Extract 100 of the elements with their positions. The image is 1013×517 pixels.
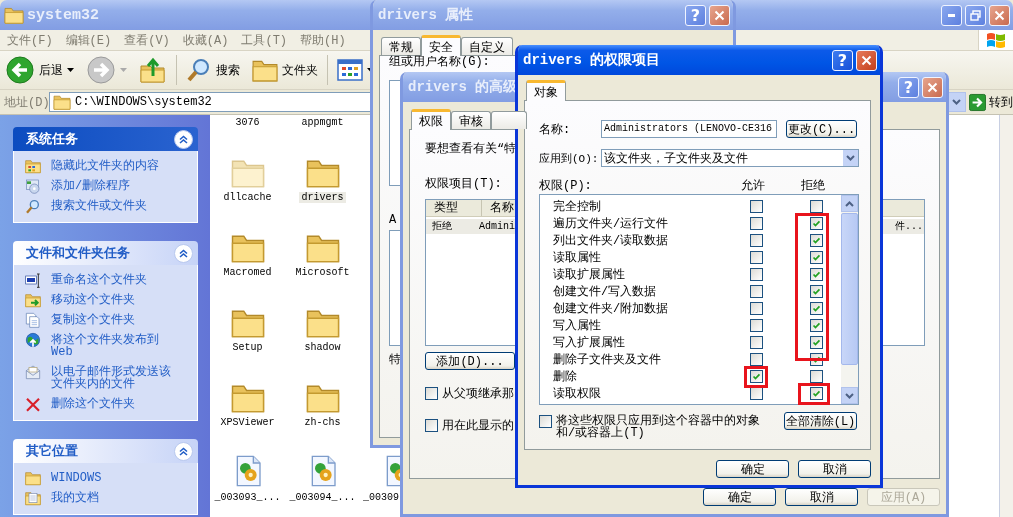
checkbox[interactable] bbox=[810, 217, 823, 230]
checkbox[interactable] bbox=[750, 302, 763, 315]
checkbox[interactable] bbox=[810, 200, 823, 213]
checkmark-icon bbox=[811, 235, 822, 246]
permission-label: 删除子文件夹及文件 bbox=[553, 352, 662, 368]
globe-icon bbox=[25, 332, 41, 348]
checkbox[interactable] bbox=[810, 302, 823, 315]
column-header: 允许 bbox=[741, 178, 766, 194]
folder-icon bbox=[53, 94, 71, 110]
scroll-thumb[interactable] bbox=[841, 213, 858, 365]
checkbox[interactable] bbox=[750, 234, 763, 247]
checkbox[interactable] bbox=[810, 336, 823, 349]
delete-icon bbox=[25, 396, 41, 412]
task-link[interactable]: 添加/删除程序 bbox=[51, 180, 176, 192]
checkbox[interactable] bbox=[750, 319, 763, 332]
checkmark-icon bbox=[811, 269, 822, 280]
tab[interactable]: 对象 bbox=[526, 80, 566, 101]
checkbox[interactable] bbox=[750, 336, 763, 349]
task-link[interactable]: 将这个文件夹发布到Web bbox=[51, 334, 176, 358]
field-label: 权限项目(T): bbox=[425, 176, 502, 192]
window-title: system32 bbox=[27, 6, 99, 24]
collapse-button[interactable] bbox=[174, 441, 193, 461]
checkmark-icon bbox=[811, 354, 822, 365]
column-header[interactable]: 类型 bbox=[426, 200, 482, 216]
disc-icon bbox=[25, 178, 41, 194]
help-button[interactable]: ? bbox=[832, 49, 853, 71]
folder-up-icon bbox=[139, 56, 167, 84]
minimize-icon bbox=[948, 13, 955, 17]
scroll-up-button[interactable] bbox=[841, 195, 858, 212]
folder-grid-icon bbox=[25, 158, 41, 174]
chevron-icon bbox=[179, 134, 188, 144]
checkbox[interactable] bbox=[750, 285, 763, 298]
collapse-button[interactable] bbox=[174, 129, 193, 149]
task-link[interactable]: 我的文档 bbox=[51, 492, 176, 504]
search-icon bbox=[25, 198, 41, 214]
checkbox[interactable] bbox=[810, 387, 823, 400]
permission-label: 读取权限 bbox=[553, 386, 602, 402]
checkbox[interactable] bbox=[750, 370, 763, 383]
checkmark-icon bbox=[751, 371, 762, 382]
task-link[interactable]: WINDOWS bbox=[51, 472, 176, 484]
change-button[interactable]: 更改(C)... bbox=[786, 120, 857, 138]
task-link[interactable]: 重命名这个文件夹 bbox=[51, 274, 176, 286]
checkbox[interactable] bbox=[810, 251, 823, 264]
task-link[interactable]: 复制这个文件夹 bbox=[51, 314, 176, 326]
checkbox[interactable] bbox=[810, 319, 823, 332]
task-link[interactable]: 以电子邮件形式发送该文件夹内的文件 bbox=[51, 366, 176, 390]
checkbox[interactable] bbox=[750, 251, 763, 264]
caret-icon bbox=[952, 99, 961, 105]
caret-icon bbox=[846, 155, 855, 161]
task-link[interactable]: 搜索文件或文件夹 bbox=[51, 200, 176, 212]
close-icon bbox=[927, 81, 938, 93]
permission-label: 遍历文件夹/运行文件 bbox=[553, 216, 670, 232]
caret-icon bbox=[845, 200, 854, 207]
scroll-down-button[interactable] bbox=[841, 387, 858, 404]
checkbox[interactable] bbox=[539, 415, 552, 428]
permission-label: 列出文件夹/读取数据 bbox=[553, 233, 670, 249]
clear-all-button[interactable]: 全部清除(L) bbox=[784, 412, 857, 430]
address-label: 地址(D) bbox=[4, 94, 46, 111]
permission-label: 写入扩展属性 bbox=[553, 335, 626, 351]
checkbox[interactable] bbox=[810, 268, 823, 281]
task-link[interactable]: 隐藏此文件夹的内容 bbox=[51, 160, 176, 172]
search-icon bbox=[186, 57, 212, 83]
apply-to-dropdown[interactable]: 该文件夹，子文件夹及文件 bbox=[601, 149, 859, 167]
caret-icon bbox=[67, 68, 74, 72]
close-icon bbox=[861, 54, 872, 66]
checkmark-icon bbox=[811, 388, 822, 399]
permission-label: 完全控制 bbox=[553, 199, 602, 215]
task-link[interactable]: 删除这个文件夹 bbox=[51, 398, 176, 410]
collapse-button[interactable] bbox=[174, 243, 193, 263]
checkbox[interactable] bbox=[810, 285, 823, 298]
permission-label: 读取属性 bbox=[553, 250, 602, 266]
task-link[interactable]: 移动这个文件夹 bbox=[51, 294, 176, 306]
checkmark-icon bbox=[811, 303, 822, 314]
permission-label: 写入属性 bbox=[553, 318, 602, 334]
permission-label: 创建文件/写入数据 bbox=[553, 284, 658, 300]
option-label: 用在此显示的 bbox=[442, 418, 514, 434]
caret-icon bbox=[845, 392, 854, 399]
field-label: A bbox=[389, 214, 397, 226]
button[interactable]: 取消 bbox=[798, 460, 871, 478]
checkmark-icon bbox=[811, 320, 822, 331]
envelope-icon bbox=[25, 364, 41, 380]
field-label: 应用到(O): bbox=[539, 151, 600, 166]
chevron-icon bbox=[179, 446, 188, 456]
caret-icon bbox=[120, 68, 127, 72]
checkbox[interactable] bbox=[810, 234, 823, 247]
permission-label: 读取扩展属性 bbox=[553, 267, 626, 283]
button[interactable]: 确定 bbox=[716, 460, 789, 478]
checkbox[interactable] bbox=[750, 217, 763, 230]
permission-label: 创建文件夹/附加数据 bbox=[553, 301, 670, 317]
window-icon bbox=[25, 272, 41, 288]
name-field[interactable]: Administrators (LENOVO-CE316 bbox=[601, 120, 777, 138]
option-label: 从父项继承那 bbox=[442, 386, 514, 402]
checkbox[interactable] bbox=[750, 353, 763, 366]
close-button[interactable] bbox=[856, 49, 877, 71]
checkmark-icon bbox=[811, 218, 822, 229]
checkbox[interactable] bbox=[810, 370, 823, 383]
checkbox[interactable] bbox=[750, 200, 763, 213]
folder-icon bbox=[4, 6, 24, 24]
scrollbar[interactable] bbox=[841, 195, 858, 404]
checkbox[interactable] bbox=[750, 268, 763, 281]
